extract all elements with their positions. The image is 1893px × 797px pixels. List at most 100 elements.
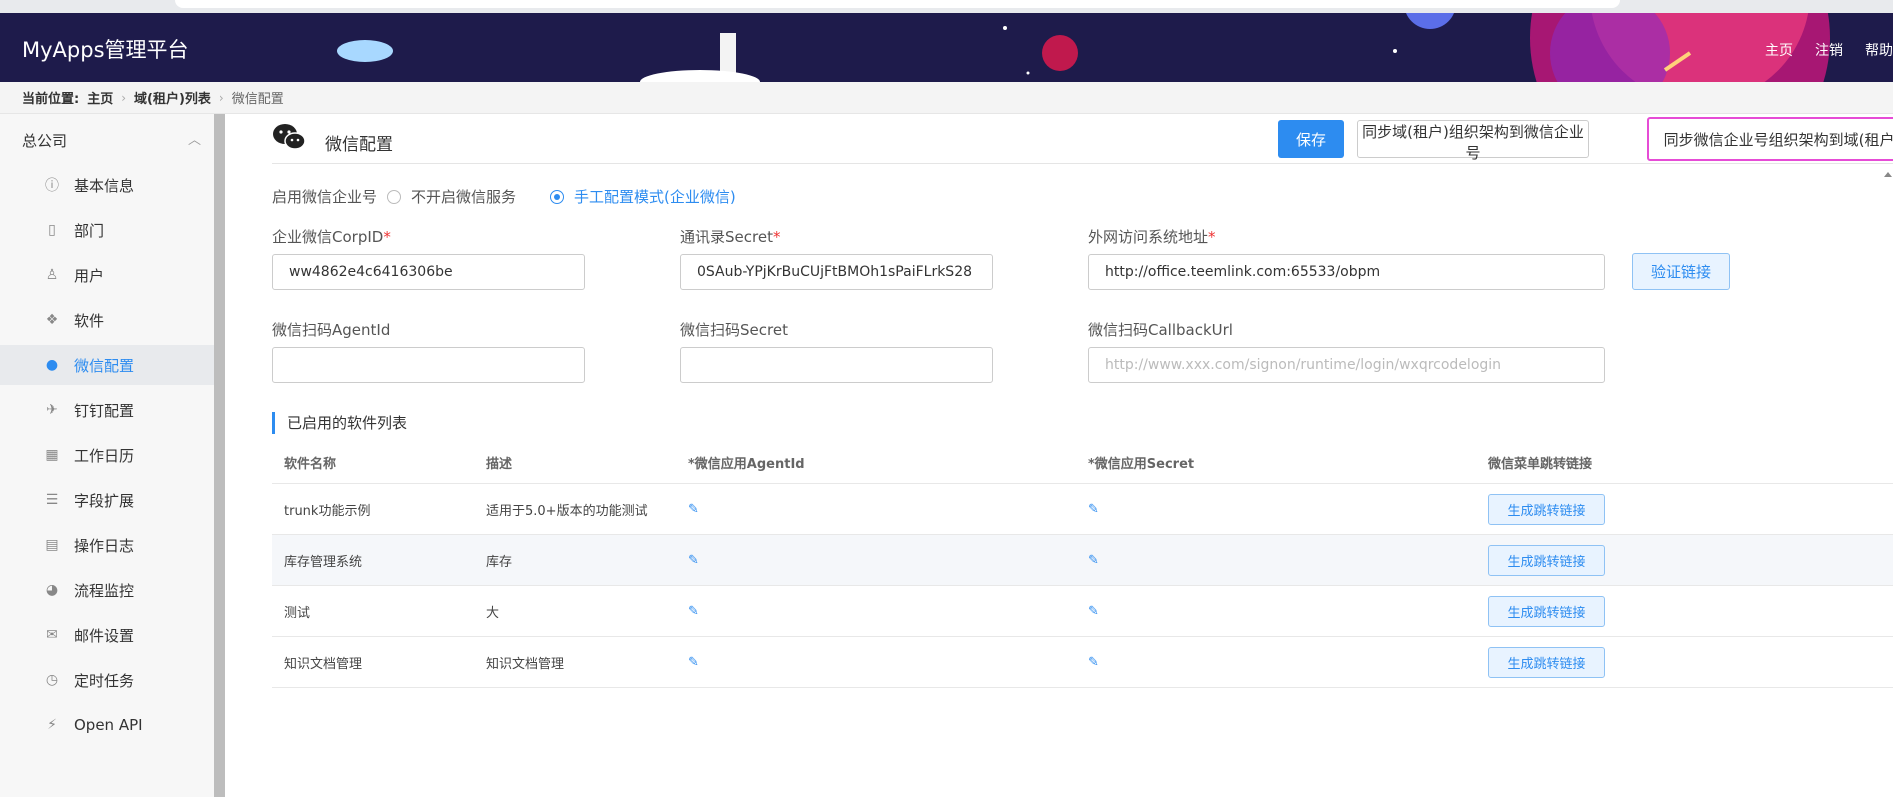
page-scrollbar[interactable] xyxy=(1883,171,1893,797)
sidebar-item-calendar[interactable]: ▦ 工作日历 xyxy=(0,435,225,475)
breadcrumb-home[interactable]: 主页 xyxy=(87,88,113,107)
sidebar-item-timer[interactable]: ◷ 定时任务 xyxy=(0,660,225,700)
agentid-field[interactable] xyxy=(272,347,585,383)
scan-secret-field[interactable] xyxy=(680,347,993,383)
breadcrumb: 当前位置: 主页 › 域(租户)列表 › 微信配置 xyxy=(0,82,1893,114)
sidebar-item-label: Open API xyxy=(74,716,143,734)
row-desc: 大 xyxy=(486,605,500,621)
plane-icon: ✈ xyxy=(46,402,58,418)
sidebar-scrollbar[interactable] xyxy=(214,114,225,797)
generate-link-button[interactable]: 生成跳转链接 xyxy=(1488,595,1605,627)
sidebar-item-label: 用户 xyxy=(74,266,105,285)
sidebar-item-wechat[interactable]: ● 微信配置 xyxy=(0,345,225,385)
column-header: 描述 xyxy=(486,457,513,472)
column-header: *微信应用AgentId xyxy=(688,457,805,472)
sidebar-item-mail[interactable]: ✉ 邮件设置 xyxy=(0,615,225,655)
sidebar-item-label: 定时任务 xyxy=(74,671,135,690)
sidebar-item-label: 操作日志 xyxy=(74,536,135,555)
browser-tab xyxy=(175,0,1620,8)
generate-link-button[interactable]: 生成跳转链接 xyxy=(1488,544,1605,576)
wechat-toggle-row: 启用微信企业号 不开启微信服务 手工配置模式(企业微信) xyxy=(272,186,736,207)
main-content: 微信配置 保存 同步域(租户)组织架构到微信企业号 同步微信企业号组织架构到域(… xyxy=(236,114,1893,797)
row-name: 测试 xyxy=(284,605,311,621)
generate-link-button[interactable]: 生成跳转链接 xyxy=(1488,646,1605,678)
radio-off-label[interactable]: 不开启微信服务 xyxy=(411,186,516,207)
sidebar-item-user[interactable]: ♙ 用户 xyxy=(0,255,225,295)
table-row: 测试 大 ✎ ✎ 生成跳转链接 xyxy=(272,586,1893,637)
url-field[interactable] xyxy=(1088,254,1605,290)
sidebar-item-department[interactable]: ▯ 部门 xyxy=(0,210,225,250)
header-link-help[interactable]: 帮助 xyxy=(1865,40,1893,60)
sidebar-item-label: 字段扩展 xyxy=(74,491,135,510)
corpid-field[interactable] xyxy=(272,254,585,290)
title-bar: 微信配置 保存 同步域(租户)组织架构到微信企业号 同步微信企业号组织架构到域(… xyxy=(272,114,1893,164)
edit-agentid-pencil-icon[interactable]: ✎ xyxy=(688,535,699,585)
wechat-icon xyxy=(273,124,306,150)
secret-field[interactable] xyxy=(680,254,993,290)
software-table: 软件名称 描述 *微信应用AgentId *微信应用Secret 微信菜单跳转链… xyxy=(272,442,1893,688)
sync-to-wechat-button[interactable]: 同步域(租户)组织架构到微信企业号 xyxy=(1357,120,1589,162)
sidebar-item-label: 工作日历 xyxy=(74,446,135,465)
page-title: 微信配置 xyxy=(325,135,393,155)
sidebar-item-label: 邮件设置 xyxy=(74,626,135,645)
sidebar-item-field-ext[interactable]: ☰ 字段扩展 xyxy=(0,480,225,520)
row-desc: 适用于5.0+版本的功能测试 xyxy=(486,503,648,519)
verify-link-button[interactable]: 验证链接 xyxy=(1632,253,1730,290)
edit-agentid-pencil-icon[interactable]: ✎ xyxy=(688,637,699,687)
generate-link-button[interactable]: 生成跳转链接 xyxy=(1488,493,1605,525)
sidebar-item-label: 微信配置 xyxy=(74,356,135,375)
sidebar-item-dingtalk[interactable]: ✈ 钉钉配置 xyxy=(0,390,225,430)
sidebar-item-openapi[interactable]: ⚡ Open API xyxy=(0,705,225,745)
wechat-icon: ● xyxy=(45,357,59,373)
top-header: MyApps管理平台 主页 注销 帮助 xyxy=(0,13,1893,82)
column-header: *微信应用Secret xyxy=(1088,457,1195,472)
radio-off[interactable] xyxy=(387,189,402,204)
callback-field[interactable] xyxy=(1088,347,1605,383)
sidebar: 总公司 ︿ ⓘ 基本信息 ▯ 部门 ♙ 用户 ❖ 软件 ● 微信配置 ✈ 钉钉配置 ▦ 工作日… xyxy=(0,114,225,797)
edit-secret-pencil-icon[interactable]: ✎ xyxy=(1088,484,1099,534)
corpid-label: 企业微信CorpID* xyxy=(272,228,391,246)
header-link-home[interactable]: 主页 xyxy=(1765,40,1793,60)
sidebar-item-label: 部门 xyxy=(74,221,105,240)
row-name: 知识文档管理 xyxy=(284,656,363,672)
breadcrumb-sep-icon: › xyxy=(121,90,127,105)
sync-from-wechat-button[interactable]: 同步微信企业号组织架构到域(租户) xyxy=(1647,117,1893,161)
building-icon: ▯ xyxy=(48,222,56,238)
table-row: trunk功能示例 适用于5.0+版本的功能测试 ✎ ✎ 生成跳转链接 xyxy=(272,484,1893,535)
breadcrumb-prefix: 当前位置: xyxy=(22,92,80,107)
sidebar-item-monitor[interactable]: ◕ 流程监控 xyxy=(0,570,225,610)
sidebar-org[interactable]: 总公司 xyxy=(22,130,67,151)
edit-secret-pencil-icon[interactable]: ✎ xyxy=(1088,637,1099,687)
row-name: trunk功能示例 xyxy=(284,503,371,519)
sidebar-item-label: 钉钉配置 xyxy=(74,401,135,420)
sliders-icon: ☰ xyxy=(45,492,59,508)
breadcrumb-sep-icon: › xyxy=(218,90,224,105)
column-header: 微信菜单跳转链接 xyxy=(1488,457,1593,472)
row-desc: 知识文档管理 xyxy=(486,656,565,672)
radio-on-label[interactable]: 手工配置模式(企业微信) xyxy=(574,186,736,207)
sidebar-item-log[interactable]: ▤ 操作日志 xyxy=(0,525,225,565)
mail-icon: ✉ xyxy=(46,627,58,643)
info-icon: ⓘ xyxy=(45,178,59,194)
header-links: 主页 注销 帮助 xyxy=(1765,40,1893,60)
sidebar-item-label: 软件 xyxy=(74,311,105,330)
edit-secret-pencil-icon[interactable]: ✎ xyxy=(1088,535,1099,585)
edit-agentid-pencil-icon[interactable]: ✎ xyxy=(688,586,699,636)
url-label: 外网访问系统地址* xyxy=(1088,228,1216,246)
sidebar-item-basic-info[interactable]: ⓘ 基本信息 xyxy=(0,165,225,205)
clock-icon: ◷ xyxy=(45,672,59,688)
save-button[interactable]: 保存 xyxy=(1278,120,1344,158)
secret-label: 通讯录Secret* xyxy=(680,228,781,246)
calendar-icon: ▦ xyxy=(45,447,59,463)
scan-secret-label: 微信扫码Secret xyxy=(680,321,788,339)
user-icon: ♙ xyxy=(45,267,59,283)
radio-on[interactable] xyxy=(550,189,565,204)
sidebar-item-software[interactable]: ❖ 软件 xyxy=(0,300,225,340)
chevron-up-icon[interactable]: ︿ xyxy=(188,129,201,148)
edit-agentid-pencil-icon[interactable]: ✎ xyxy=(688,484,699,534)
log-icon: ▤ xyxy=(45,537,59,553)
callback-label: 微信扫码CallbackUrl xyxy=(1088,321,1233,339)
header-link-logout[interactable]: 注销 xyxy=(1815,40,1843,60)
breadcrumb-tenant-list[interactable]: 域(租户)列表 xyxy=(134,88,211,107)
edit-secret-pencil-icon[interactable]: ✎ xyxy=(1088,586,1099,636)
